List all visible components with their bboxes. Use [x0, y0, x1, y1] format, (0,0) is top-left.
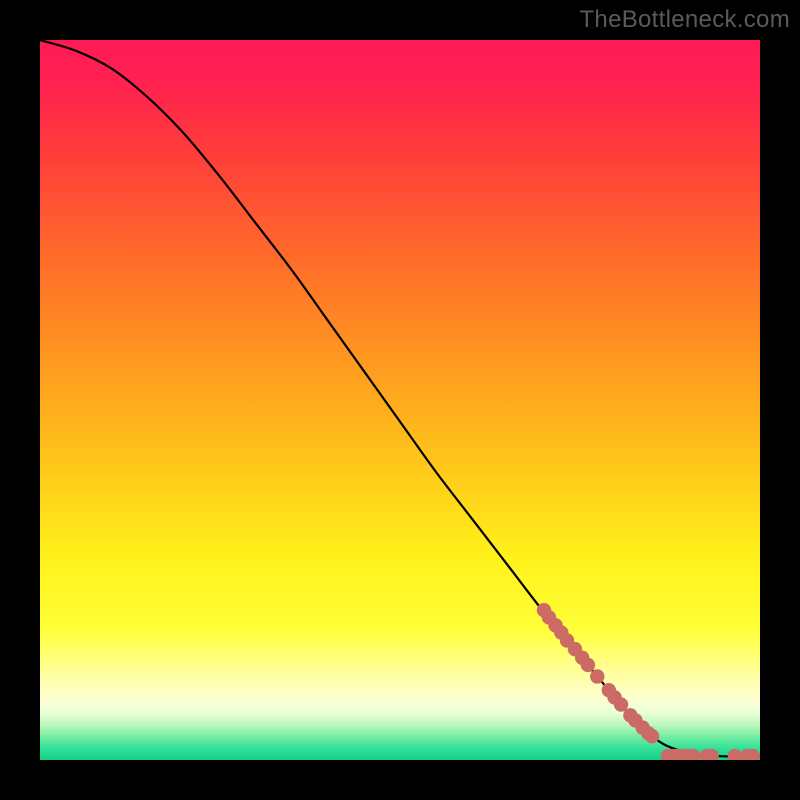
data-point — [590, 669, 604, 683]
data-point — [581, 658, 595, 672]
gradient-background — [40, 40, 760, 760]
data-point — [645, 729, 659, 743]
plot-area — [40, 40, 760, 760]
chart-svg — [40, 40, 760, 760]
chart-container: TheBottleneck.com — [0, 0, 800, 800]
data-point — [614, 697, 628, 711]
watermark-text: TheBottleneck.com — [579, 6, 790, 34]
